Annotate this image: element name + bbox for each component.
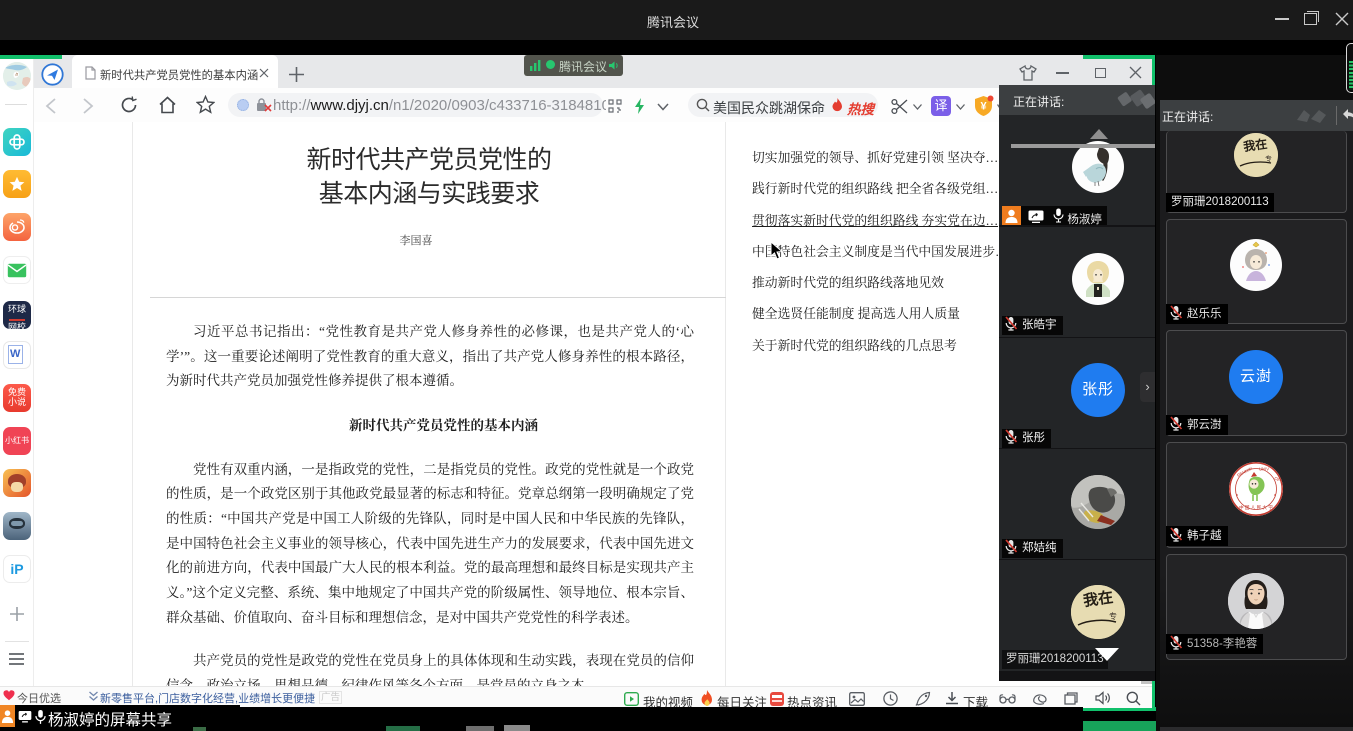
- svg-text:专: 专: [1109, 611, 1117, 621]
- svg-text:¥: ¥: [980, 101, 987, 113]
- svg-text:中 国 人 民 大 学: 中 国 人 民 大 学: [1239, 504, 1273, 511]
- svg-text:UNIV: UNIV: [1259, 467, 1269, 472]
